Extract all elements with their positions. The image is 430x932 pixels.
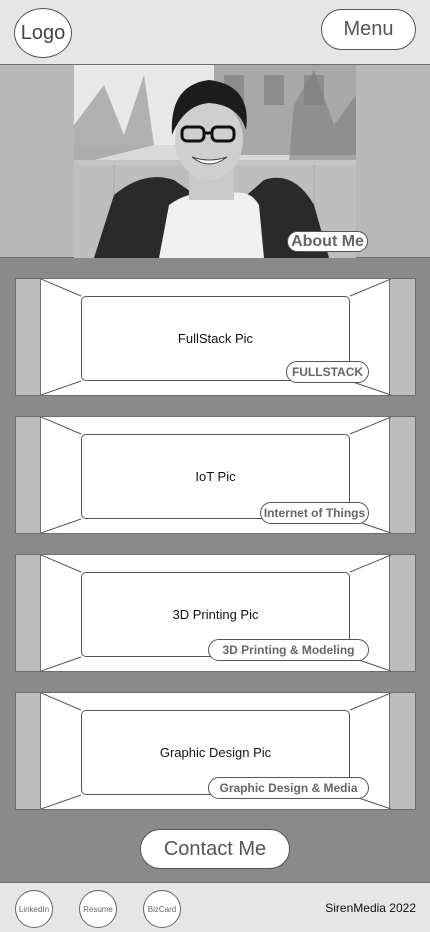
graphic-design-button[interactable]: Graphic Design & Media — [208, 777, 369, 799]
logo-button[interactable]: Logo — [14, 8, 72, 58]
footer: LinkedIn Resume BizCard SirenMedia 2022 — [0, 882, 430, 932]
resume-link[interactable]: Resume — [79, 890, 117, 928]
hero-section — [0, 65, 430, 258]
header: Logo Menu — [0, 0, 430, 65]
3d-printing-button[interactable]: 3D Printing & Modeling — [208, 639, 369, 661]
portrait-photo — [74, 65, 356, 258]
contact-me-button[interactable]: Contact Me — [140, 829, 290, 869]
card-3d-printing[interactable]: 3D Printing Pic 3D Printing & Modeling — [15, 554, 416, 672]
about-me-button[interactable]: About Me — [287, 231, 368, 252]
bizcard-link[interactable]: BizCard — [143, 890, 181, 928]
copyright-text: SirenMedia 2022 — [325, 901, 416, 915]
linkedin-link[interactable]: LinkedIn — [15, 890, 53, 928]
card-iot[interactable]: IoT Pic Internet of Things — [15, 416, 416, 534]
card-graphic-design[interactable]: Graphic Design Pic Graphic Design & Medi… — [15, 692, 416, 810]
menu-button[interactable]: Menu — [321, 9, 416, 50]
card-fullstack[interactable]: FullStack Pic FULLSTACK — [15, 278, 416, 396]
internet-of-things-button[interactable]: Internet of Things — [260, 502, 369, 524]
fullstack-button[interactable]: FULLSTACK — [286, 361, 369, 383]
